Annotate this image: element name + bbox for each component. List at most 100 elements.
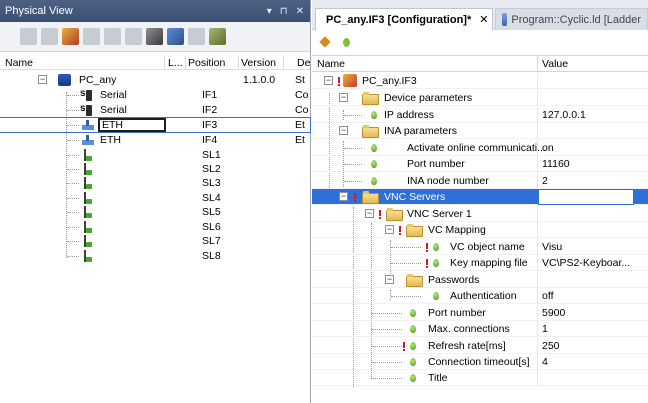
row-value[interactable]: 1 <box>542 323 548 335</box>
row-name: Authentication <box>450 290 517 302</box>
panel-menu-icon[interactable]: ▾ <box>267 6 272 17</box>
tree-row-slot-5[interactable]: SL5 <box>0 205 310 219</box>
toolbar-icon-2[interactable] <box>41 28 58 45</box>
row-description: Et <box>295 134 305 146</box>
config-row-vc-mapping[interactable]: − VC Mapping <box>312 222 648 238</box>
toolbar-icon-10[interactable] <box>209 28 226 45</box>
tree-row-serial-if1[interactable]: Serial IF1 Co <box>0 88 310 102</box>
config-row-max-connections[interactable]: Max. connections 1 <box>312 321 648 337</box>
tab-configuration[interactable]: PC_any.IF3 [Configuration]* ✕ <box>315 8 493 30</box>
close-tab-icon[interactable]: ✕ <box>479 13 488 26</box>
row-value[interactable]: 11160 <box>542 158 570 170</box>
tree-row-eth-if3[interactable]: ETH IF3 Et <box>0 117 311 133</box>
tree-row-slot-6[interactable]: SL6 <box>0 220 310 234</box>
row-value[interactable]: off <box>542 290 553 302</box>
row-value[interactable]: Visu <box>542 241 562 253</box>
config-row-passwords[interactable]: − Passwords <box>312 272 648 288</box>
config-row-vnc-servers[interactable]: − VNC Servers <box>312 189 648 205</box>
config-row-ina-node-number[interactable]: INA node number 2 <box>312 173 648 189</box>
row-value[interactable]: 4 <box>542 356 548 368</box>
tree-row-slot-1[interactable]: SL1 <box>0 148 310 162</box>
toolbar-icon-5[interactable] <box>104 28 121 45</box>
tree-row-slot-7[interactable]: SL7 <box>0 234 310 248</box>
row-name: VNC Servers <box>384 191 446 203</box>
config-row-device-parameters[interactable]: − Device parameters <box>312 90 648 106</box>
config-row-ina-parameters[interactable]: − INA parameters <box>312 123 648 139</box>
collapse-icon[interactable]: − <box>324 76 333 85</box>
config-row-refresh-rate[interactable]: Refresh rate[ms] 250 <box>312 338 648 354</box>
row-name: Port number <box>428 307 486 319</box>
collapse-icon[interactable]: − <box>365 209 374 218</box>
tree-row-slot-2[interactable]: SL2 <box>0 162 310 176</box>
config-icon <box>343 74 357 87</box>
row-position: SL3 <box>202 177 221 189</box>
slot-icon <box>82 250 92 263</box>
tree-row-eth-if4[interactable]: ETH IF4 Et <box>0 133 310 147</box>
config-row-key-mapping-file[interactable]: Key mapping file VC\PS2-Keyboar... <box>312 255 648 271</box>
folder-icon <box>386 207 403 221</box>
panel-close-icon[interactable]: ✕ <box>296 6 304 17</box>
column-l[interactable]: L... <box>168 57 183 69</box>
row-name: VC Mapping <box>428 224 486 236</box>
row-value[interactable]: 127.0.0.1 <box>542 109 586 121</box>
column-position[interactable]: Position <box>188 57 225 69</box>
tree-row-slot-8[interactable]: SL8 <box>0 249 310 263</box>
row-position: IF4 <box>202 134 218 146</box>
toolbar-icon-7[interactable] <box>146 28 163 45</box>
toolbar-icon-6[interactable] <box>125 28 142 45</box>
row-description: Co <box>295 104 309 116</box>
panel-pin-icon[interactable]: ⊓ <box>280 6 288 17</box>
config-row-vnc-server-1[interactable]: − VNC Server 1 <box>312 206 648 222</box>
navigate-icon[interactable] <box>318 36 332 50</box>
slot-icon <box>82 163 92 176</box>
row-value[interactable]: 5900 <box>542 307 565 319</box>
toolbar-icon-9[interactable] <box>188 28 205 45</box>
config-row-connection-timeout[interactable]: Connection timeout[s] 4 <box>312 354 648 370</box>
config-row-title[interactable]: Title <box>312 370 648 386</box>
column-description[interactable]: De <box>297 57 310 69</box>
collapse-icon[interactable]: − <box>339 93 348 102</box>
row-name: Key mapping file <box>450 257 528 269</box>
row-value[interactable]: VC\PS2-Keyboar... <box>542 257 630 269</box>
program-icon <box>502 13 508 26</box>
toolbar-icon-3[interactable] <box>62 28 79 45</box>
column-value[interactable]: Value <box>542 58 568 70</box>
column-version[interactable]: Version <box>241 57 276 69</box>
config-row-root[interactable]: − PC_any.IF3 <box>312 73 648 89</box>
configuration-column-header: Name Value <box>312 56 648 72</box>
row-name: PC_any.IF3 <box>362 75 417 87</box>
toolbar-icon-1[interactable] <box>20 28 37 45</box>
row-name: INA node number <box>407 175 489 187</box>
collapse-icon[interactable]: − <box>38 75 47 84</box>
config-row-ip-address[interactable]: IP address 127.0.0.1 <box>312 107 648 123</box>
row-value[interactable]: 250 <box>542 340 560 352</box>
collapse-icon[interactable]: − <box>385 225 394 234</box>
config-row-authentication[interactable]: Authentication off <box>312 288 648 304</box>
row-name: Activate online communicati... <box>407 142 546 154</box>
tree-row-pc-any[interactable]: − PC_any 1.1.0.0 St <box>0 73 310 87</box>
tree-row-slot-4[interactable]: SL4 <box>0 191 310 205</box>
toolbar-icon-4[interactable] <box>83 28 100 45</box>
tab-program-cyclic[interactable]: Program::Cyclic.ld [Ladder <box>495 8 648 30</box>
physical-view-toolbar <box>0 22 310 52</box>
config-row-vc-object-name[interactable]: VC object name Visu <box>312 239 648 255</box>
collapse-icon[interactable]: − <box>385 275 394 284</box>
slot-icon <box>82 206 92 219</box>
rename-input[interactable]: ETH <box>98 118 166 132</box>
row-value[interactable]: 2 <box>542 175 548 187</box>
parameter-filter-icon[interactable] <box>340 36 352 50</box>
folder-icon <box>406 273 423 287</box>
row-value[interactable]: on <box>542 142 554 154</box>
config-row-activate-online-communication[interactable]: Activate online communicati... on <box>312 140 648 156</box>
collapse-icon[interactable]: − <box>339 126 348 135</box>
column-name[interactable]: Name <box>5 57 33 69</box>
collapse-icon[interactable]: − <box>339 192 348 201</box>
tree-row-serial-if2[interactable]: Serial IF2 Co <box>0 103 310 117</box>
config-row-port-number-ina[interactable]: Port number 11160 <box>312 156 648 172</box>
toolbar-icon-8[interactable] <box>167 28 184 45</box>
tree-row-slot-3[interactable]: SL3 <box>0 176 310 190</box>
column-name[interactable]: Name <box>317 58 345 70</box>
config-row-port-number-vnc[interactable]: Port number 5900 <box>312 305 648 321</box>
value-input[interactable] <box>538 189 634 205</box>
slot-icon <box>82 235 92 248</box>
